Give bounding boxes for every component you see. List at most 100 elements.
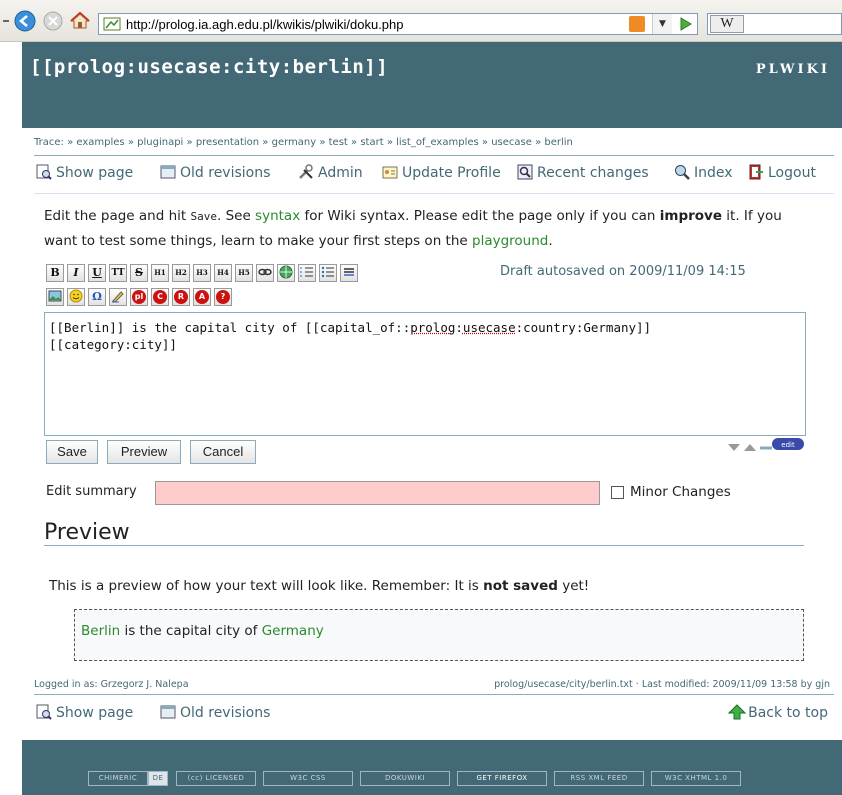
breadcrumb-item[interactable]: berlin [544, 137, 573, 148]
cancel-button[interactable]: Cancel [190, 440, 256, 464]
playground-link[interactable]: playground [472, 233, 548, 249]
external-link-button[interactable] [277, 264, 295, 282]
breadcrumb-label: Trace: [34, 137, 64, 148]
show-page-link-bottom[interactable]: Show page [36, 704, 133, 721]
old-revisions-link-bottom[interactable]: Old revisions [160, 704, 270, 721]
signature-button[interactable] [109, 288, 127, 306]
page-magnifier-icon [36, 704, 52, 720]
h1-button[interactable]: H1 [151, 264, 169, 282]
save-code: Save [190, 210, 217, 223]
breadcrumb-item[interactable]: usecase [491, 137, 532, 148]
chimeric-badge[interactable]: CHIMERIC [88, 771, 148, 786]
h5-button[interactable]: H5 [235, 264, 253, 282]
question-button[interactable]: ? [214, 288, 232, 306]
update-profile-label: Update Profile [402, 165, 501, 181]
get-firefox-badge[interactable]: GET FIREFOX [457, 771, 547, 786]
breadcrumb-item[interactable]: pluginapi [137, 137, 183, 148]
strike-button[interactable]: S [130, 264, 148, 282]
italic-button[interactable]: I [67, 264, 85, 282]
preview-heading: Preview [44, 520, 130, 545]
pen-icon [112, 291, 124, 303]
unordered-list-button[interactable] [319, 264, 337, 282]
breadcrumb-item[interactable]: test [329, 137, 348, 148]
stop-icon[interactable] [42, 10, 64, 32]
editor-toolbar: B I U TT S H1 H2 H3 H4 H5 Ω pl C R A ? [46, 264, 486, 310]
wikipedia-search-icon[interactable]: W [710, 15, 744, 33]
revisions-icon [160, 705, 176, 719]
link-button[interactable] [256, 264, 274, 282]
logged-in-user: Logged in as: Grzegorz J. Nalepa [34, 679, 189, 690]
prolog-button[interactable]: pl [130, 288, 148, 306]
underline-button[interactable]: U [88, 264, 106, 282]
horizontal-rule-icon [344, 268, 354, 276]
edit-summary-label: Edit summary [46, 484, 137, 499]
profile-card-icon [382, 166, 398, 179]
page-title[interactable]: [[prolog:usecase:city:berlin]] [30, 56, 388, 78]
divider [44, 545, 804, 546]
wiki-logo[interactable]: PLWIKI [756, 62, 830, 77]
code-button[interactable]: TT [109, 264, 127, 282]
minor-changes-label[interactable]: Minor Changes [630, 484, 731, 500]
recent-changes-label: Recent changes [537, 165, 649, 181]
a-button[interactable]: A [193, 288, 211, 306]
w3c-css-badge[interactable]: W3C CSS [263, 771, 353, 786]
cc-license-badge[interactable]: (cc) LICENSED [176, 771, 256, 786]
smiley-button[interactable] [67, 288, 85, 306]
update-profile-link[interactable]: Update Profile [382, 164, 501, 181]
breadcrumb-item[interactable]: presentation [196, 137, 259, 148]
recent-changes-link[interactable]: Recent changes [517, 164, 649, 181]
r-button[interactable]: R [172, 288, 190, 306]
preview-button[interactable]: Preview [107, 440, 181, 464]
search-box[interactable]: W [707, 13, 842, 35]
go-icon[interactable] [677, 16, 695, 32]
show-page-link[interactable]: Show page [36, 164, 133, 181]
rss-feed-icon[interactable] [629, 16, 645, 32]
save-button[interactable]: Save [46, 440, 98, 464]
browser-toolbar: http://prolog.ia.agh.edu.pl/kwikis/plwik… [0, 0, 842, 42]
picture-icon [48, 290, 62, 302]
back-icon[interactable] [14, 10, 36, 32]
url-text[interactable]: http://prolog.ia.agh.edu.pl/kwikis/plwik… [126, 17, 404, 32]
breadcrumb-item[interactable]: start [360, 137, 383, 148]
site-footer: CHIMERIC DE (cc) LICENSED W3C CSS DOKUWI… [22, 740, 842, 795]
breadcrumb-item[interactable]: examples [76, 137, 124, 148]
home-icon[interactable] [69, 10, 91, 32]
syntax-link[interactable]: syntax [255, 208, 300, 224]
germany-link[interactable]: Germany [262, 623, 324, 639]
back-to-top-link[interactable]: Back to top [728, 704, 828, 721]
old-revisions-label: Old revisions [180, 165, 271, 181]
w3c-xhtml-badge[interactable]: W3C XHTML 1.0 [651, 771, 741, 786]
edit-summary-input[interactable] [155, 481, 600, 505]
admin-link[interactable]: Admin [298, 164, 363, 181]
special-chars-button[interactable]: Ω [88, 288, 106, 306]
revisions-icon [160, 165, 176, 179]
rss-feed-badge[interactable]: RSS XML FEED [554, 771, 644, 786]
chain-link-icon [258, 268, 272, 276]
textarea-size-control[interactable]: edit [726, 436, 806, 456]
breadcrumb-item[interactable]: germany [272, 137, 317, 148]
wiki-text-editor[interactable]: [[Berlin]] is the capital city of [[capi… [44, 312, 806, 436]
minor-changes-checkbox[interactable] [611, 486, 624, 499]
ordered-list-icon [300, 267, 313, 277]
dokuwiki-badge[interactable]: DOKUWIKI [360, 771, 450, 786]
url-dropdown-icon[interactable]: ▼ [652, 14, 672, 34]
horizontal-rule-button[interactable] [340, 264, 358, 282]
de-badge[interactable]: DE [148, 771, 168, 786]
index-link[interactable]: Index [674, 164, 733, 181]
bold-button[interactable]: B [46, 264, 64, 282]
h4-button[interactable]: H4 [214, 264, 232, 282]
logout-link[interactable]: Logout [748, 164, 816, 181]
divider [34, 155, 834, 156]
ordered-list-button[interactable] [298, 264, 316, 282]
berlin-link[interactable]: Berlin [81, 623, 120, 639]
old-revisions-link[interactable]: Old revisions [160, 164, 270, 181]
c-button[interactable]: C [151, 288, 169, 306]
wiki-header: [[prolog:usecase:city:berlin]] PLWIKI [22, 42, 842, 128]
globe-icon [279, 265, 293, 279]
image-button[interactable] [46, 288, 64, 306]
h2-button[interactable]: H2 [172, 264, 190, 282]
address-bar[interactable]: http://prolog.ia.agh.edu.pl/kwikis/plwik… [98, 13, 698, 35]
breadcrumb-item[interactable]: list_of_examples [396, 137, 479, 148]
arrow-up-icon [744, 444, 756, 451]
h3-button[interactable]: H3 [193, 264, 211, 282]
